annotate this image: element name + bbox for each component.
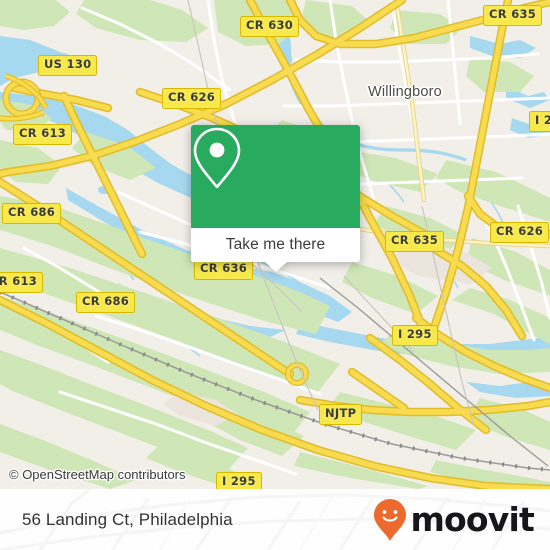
road-shield-cr-626-n: CR 626 (162, 88, 222, 109)
road-shield-cr-686-n: CR 686 (2, 203, 62, 224)
road-shield-cr-630: CR 630 (240, 16, 300, 37)
location-popup[interactable]: Take me there (191, 125, 360, 272)
place-label-willingboro: Willingboro (368, 84, 442, 100)
footer-bar: 56 Landing Ct, Philadelphia moovit (0, 489, 550, 550)
road-shield-cr-626-e: CR 626 (490, 222, 550, 243)
road-shield-i-295-s: I 295 (216, 472, 262, 489)
moovit-pin-smiley-icon (374, 498, 407, 541)
road-shield-i-295-c: I 295 (392, 325, 438, 346)
map-screenshot: Willingboro CR 630 CR 635 US 130 CR 626 … (0, 0, 550, 550)
road-shield-cr-635-s: CR 635 (385, 231, 445, 252)
map-pin-icon (193, 127, 241, 189)
moovit-wordmark: moovit (410, 500, 534, 539)
road-shield-cr-613-w: CR 613 (0, 272, 44, 293)
road-shield-cr-635-n: CR 635 (483, 5, 543, 26)
osm-attribution[interactable]: © OpenStreetMap contributors (9, 467, 186, 482)
road-shield-cr-636: CR 636 (194, 259, 254, 280)
road-shield-njtp: NJTP (319, 404, 363, 425)
map-canvas[interactable]: Willingboro CR 630 CR 635 US 130 CR 626 … (0, 0, 550, 489)
take-me-there-label: Take me there (225, 236, 326, 253)
popup-tail (263, 261, 288, 272)
popup-header (191, 125, 360, 228)
road-shield-i-295-e: I 295 (529, 111, 550, 132)
popup-action[interactable]: Take me there (191, 228, 360, 272)
address-title: 56 Landing Ct, Philadelphia (22, 509, 233, 529)
moovit-logo[interactable]: moovit (373, 498, 535, 542)
road-shield-us-130: US 130 (38, 55, 98, 76)
road-shield-cr-686-s: CR 686 (76, 292, 136, 313)
road-shield-cr-613-n: CR 613 (13, 124, 73, 145)
